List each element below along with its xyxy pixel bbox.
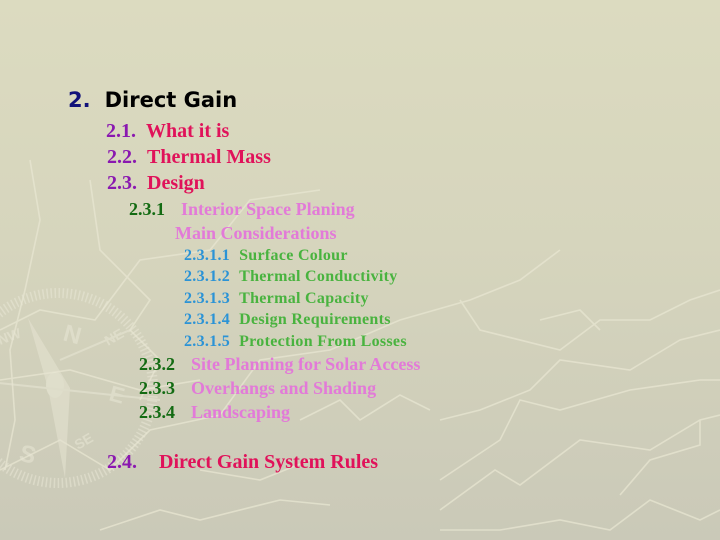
section-label: Thermal Mass: [147, 146, 271, 168]
section-label: Design: [147, 172, 205, 194]
subsection-number: 2.3.4: [139, 402, 175, 422]
consideration-item: 2.3.1.3 Thermal Capacity: [184, 290, 369, 308]
heading-direct-gain: 2. Direct Gain: [68, 88, 237, 112]
heading-number: 2.: [68, 88, 91, 112]
consideration-number: 2.3.1.5: [184, 333, 231, 350]
consideration-label: Thermal Conductivity: [239, 268, 398, 285]
consideration-item: 2.3.1.5 Protection From Losses: [184, 333, 407, 351]
subsection-item: 2.3.1 Interior Space Planing: [129, 199, 355, 220]
subsection-label: Interior Space Planing: [181, 199, 355, 219]
consideration-item: 2.3.1.2 Thermal Conductivity: [184, 268, 398, 286]
consideration-number: 2.3.1.3: [184, 290, 231, 307]
consideration-label: Thermal Capacity: [239, 290, 369, 307]
subsection-number: 2.3.2: [139, 354, 175, 374]
consideration-label: Surface Colour: [239, 247, 348, 264]
subsection-label: Site Planning for Solar Access: [191, 354, 421, 374]
section-number: 2.1.: [106, 120, 136, 142]
consideration-label: Design Requirements: [239, 311, 391, 328]
section-number: 2.2.: [107, 146, 137, 168]
compass-south-label: S: [16, 440, 38, 470]
subsection-item: 2.3.2 Site Planning for Solar Access: [139, 354, 420, 375]
consideration-item: 2.3.1.4 Design Requirements: [184, 311, 391, 329]
subsection-number: 2.3.3: [139, 378, 175, 398]
subsection-label: Landscaping: [191, 402, 291, 422]
section-number: 2.3.: [107, 172, 137, 194]
subsection-sublabel-text: Main Considerations: [175, 223, 337, 243]
consideration-number: 2.3.1.1: [184, 247, 231, 264]
compass-ne-label: NE: [102, 325, 127, 349]
section-label: Direct Gain System Rules: [159, 451, 379, 473]
compass-north-label: N: [60, 320, 84, 351]
consideration-label: Protection From Losses: [239, 333, 407, 350]
compass-east-label: E: [107, 381, 128, 409]
subsection-item: 2.3.4 Landscaping: [139, 402, 290, 423]
heading-label: Direct Gain: [104, 88, 238, 112]
section-item: 2.2. Thermal Mass: [107, 146, 271, 169]
section-label: What it is: [146, 120, 230, 142]
section-number: 2.4.: [107, 451, 137, 473]
consideration-number: 2.3.1.2: [184, 268, 231, 285]
subsection-number: 2.3.1: [129, 199, 165, 219]
section-item: 2.1. What it is: [106, 120, 229, 143]
subsection-item: 2.3.3 Overhangs and Shading: [139, 378, 376, 399]
slide: N S E NW NE SE 2. Direct Gain 2.1. What it…: [0, 0, 720, 540]
consideration-item: 2.3.1.1 Surface Colour: [184, 247, 348, 265]
section-item: 2.4. Direct Gain System Rules: [107, 451, 378, 474]
section-item: 2.3. Design: [107, 172, 205, 195]
subsection-sublabel: Main Considerations: [175, 223, 337, 244]
subsection-label: Overhangs and Shading: [191, 378, 377, 398]
consideration-number: 2.3.1.4: [184, 311, 231, 328]
